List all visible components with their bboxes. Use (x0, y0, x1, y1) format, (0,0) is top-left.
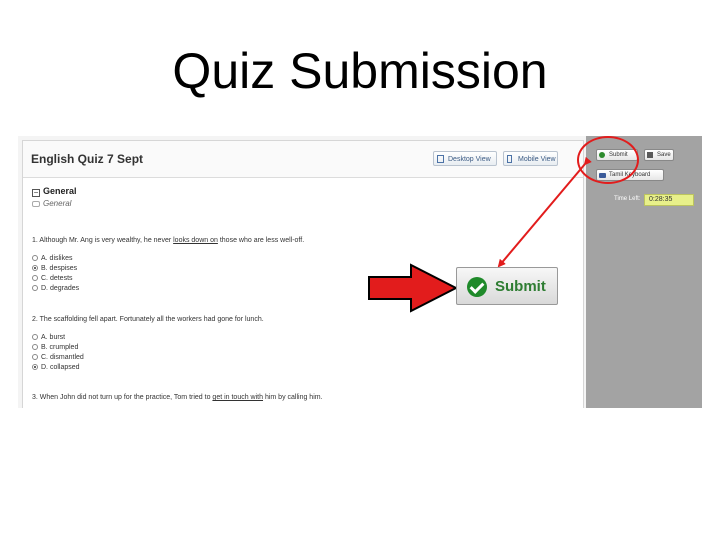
annotation-overlay (368, 156, 592, 313)
enlarged-submit-label: Submit (495, 278, 546, 295)
pointer-arrow-line (497, 156, 592, 268)
checkmark-icon (467, 277, 487, 297)
enlarged-submit-button[interactable]: Submit (456, 267, 558, 305)
big-red-arrow (368, 263, 459, 313)
